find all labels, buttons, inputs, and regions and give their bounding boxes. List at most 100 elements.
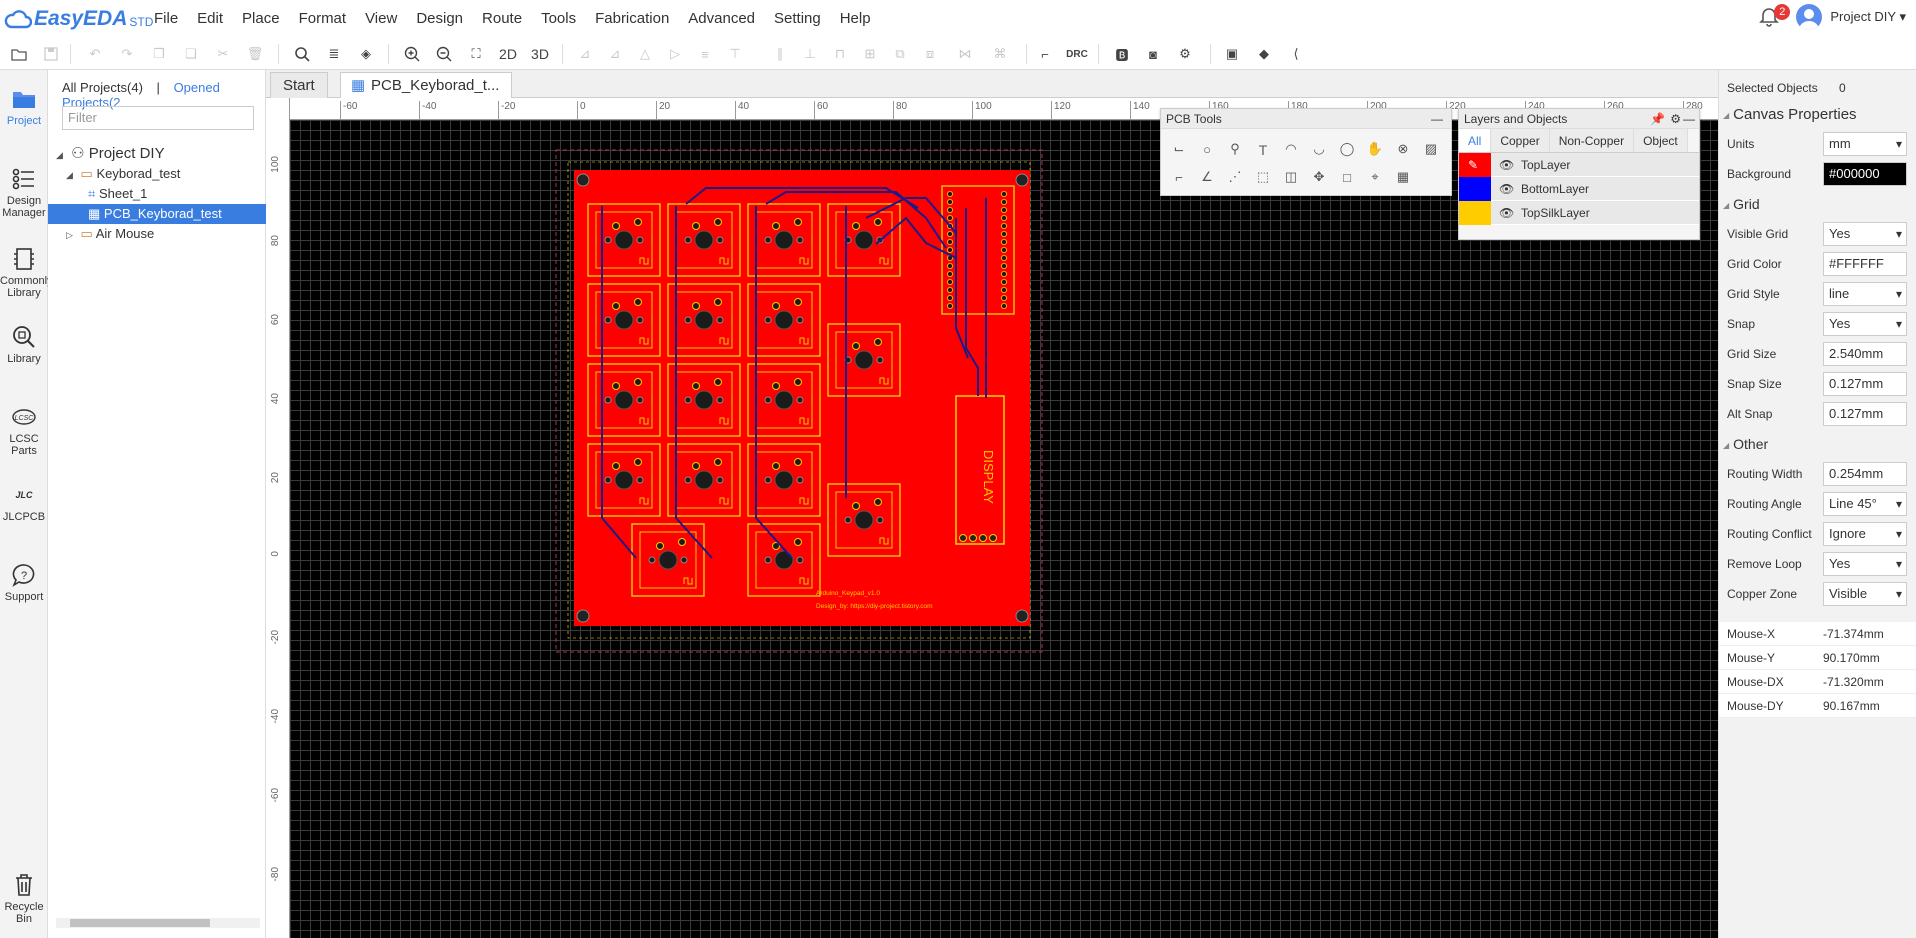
eye-icon[interactable]: 👁 (1499, 153, 1514, 177)
header-pin[interactable] (1001, 191, 1008, 198)
paste-icon[interactable]: ❏ (181, 44, 201, 64)
header-pin[interactable] (1001, 294, 1008, 301)
photo-icon[interactable]: ▦ (1393, 167, 1413, 187)
menu-design[interactable]: Design (416, 10, 463, 27)
pin-icon[interactable]: 📌 (1650, 109, 1665, 129)
header-pin[interactable] (947, 215, 954, 222)
drc-button[interactable]: DRC (1064, 44, 1090, 64)
pan-icon[interactable]: ✋ (1365, 139, 1385, 159)
layer-color-swatch[interactable] (1459, 177, 1491, 201)
header-pin[interactable] (947, 230, 954, 237)
header-pin[interactable] (1001, 223, 1008, 230)
solid-region-icon[interactable]: ⬚ (1253, 167, 1273, 187)
align-middle-icon[interactable]: ⊤ (725, 44, 745, 64)
via-icon[interactable]: ⚲ (1225, 139, 1245, 159)
header-pin[interactable] (947, 199, 954, 206)
save-icon[interactable] (41, 44, 61, 64)
grid-color-input[interactable]: #FFFFFF (1823, 252, 1907, 276)
cross-icon[interactable]: ⌘ (990, 44, 1010, 64)
header-pin[interactable] (947, 207, 954, 214)
header-pin[interactable] (947, 238, 954, 245)
rail-design-manager[interactable]: Design Manager (0, 166, 48, 219)
component-icon[interactable]: ⚙ (1175, 44, 1195, 64)
header-pin[interactable] (1001, 270, 1008, 277)
rail-recycle-bin[interactable]: Recycle Bin (0, 872, 48, 925)
align-center-icon[interactable]: ≡ (695, 44, 715, 64)
routing-angle-select[interactable]: Line 45° (1823, 492, 1907, 516)
group-icon[interactable]: ⧉ (890, 44, 910, 64)
spread-icon[interactable]: ⋈ (955, 44, 975, 64)
background-color-input[interactable]: #000000 (1823, 162, 1907, 186)
export-image-icon[interactable]: ▣ (1222, 44, 1242, 64)
redo-icon[interactable]: ↷ (117, 44, 137, 64)
bom-icon[interactable]: 🅱 (1112, 44, 1132, 64)
header-pin[interactable] (1001, 278, 1008, 285)
snap-size-input[interactable]: 0.127mm (1823, 372, 1907, 396)
arc2-icon[interactable]: ◡ (1309, 139, 1329, 159)
grid-style-select[interactable]: line (1823, 282, 1907, 306)
tree-item-air-mouse[interactable]: ▷ ▭ Air Mouse (48, 224, 266, 244)
tab-copper[interactable]: Copper (1491, 129, 1550, 152)
header-pin[interactable] (1001, 207, 1008, 214)
other-heading[interactable]: Other (1723, 436, 1768, 452)
eye-icon[interactable]: 👁 (1499, 177, 1514, 201)
tree-project[interactable]: ◢ ⚇ Project DIY (48, 144, 266, 164)
rectangle-icon[interactable]: □ (1337, 167, 1357, 187)
notification-bell-icon[interactable]: 2 (1758, 4, 1791, 28)
hole-icon[interactable]: ⊗ (1393, 139, 1413, 159)
measure-icon[interactable]: ✥ (1309, 167, 1329, 187)
menu-fabrication[interactable]: Fabrication (595, 10, 669, 27)
copper-area-icon[interactable]: ◫ (1281, 167, 1301, 187)
layer-color-swatch[interactable] (1459, 201, 1491, 225)
routing-width-input[interactable]: 0.254mm (1823, 462, 1907, 486)
menu-view[interactable]: View (365, 10, 397, 27)
grid-size-input[interactable]: 2.540mm (1823, 342, 1907, 366)
distribute-v-icon[interactable]: ⊥ (800, 44, 820, 64)
menu-format[interactable]: Format (299, 10, 347, 27)
minimize-icon[interactable]: — (1683, 109, 1695, 129)
header-pin[interactable] (947, 262, 954, 269)
menu-setting[interactable]: Setting (774, 10, 821, 27)
undo-icon[interactable]: ↶ (85, 44, 105, 64)
header-pin[interactable] (947, 286, 954, 293)
eye-icon[interactable]: 👁 (1499, 201, 1514, 225)
tab-object[interactable]: Object (1634, 129, 1688, 152)
header-pin[interactable] (947, 246, 954, 253)
align-left-icon[interactable]: ⊿ (575, 44, 595, 64)
text-icon[interactable]: Ｔ (1253, 139, 1273, 159)
tab-start[interactable]: Start (270, 72, 328, 98)
easyeda-logo[interactable]: EasyEDA STD (4, 6, 153, 32)
header-pin[interactable] (1001, 302, 1008, 309)
minimize-icon[interactable]: — (1431, 109, 1443, 129)
gear-icon[interactable]: ⚙ (1670, 109, 1681, 129)
rail-project[interactable]: Project (0, 86, 48, 127)
eraser-icon[interactable]: ◈ (356, 44, 376, 64)
header-pin[interactable] (1001, 215, 1008, 222)
routing-conflict-select[interactable]: Ignore (1823, 522, 1907, 546)
distribute-h-icon[interactable]: ⊓ (830, 44, 850, 64)
zoom-out-icon[interactable] (434, 44, 454, 64)
tab-non-copper[interactable]: Non-Copper (1549, 129, 1635, 152)
tab-all[interactable]: All (1459, 129, 1492, 152)
header-pin[interactable] (947, 294, 954, 301)
scroll-thumb[interactable] (70, 919, 210, 927)
menu-edit[interactable]: Edit (197, 10, 223, 27)
menu-place[interactable]: Place (242, 10, 280, 27)
align-bottom-icon[interactable]: ▷ (665, 44, 685, 64)
align-grid-icon[interactable]: ⊞ (860, 44, 880, 64)
header-pin[interactable] (1001, 254, 1008, 261)
view-2d-button[interactable]: 2D (496, 44, 520, 64)
route-icon[interactable]: ⌐ (1035, 44, 1055, 64)
layer-color-swatch[interactable]: ✎ (1459, 153, 1491, 177)
menu-help[interactable]: Help (840, 10, 871, 27)
canvas-properties-heading[interactable]: Canvas Properties (1723, 106, 1856, 123)
grid-heading[interactable]: Grid (1723, 196, 1759, 212)
units-select[interactable]: mm (1823, 132, 1907, 156)
fit-view-icon[interactable]: ⛶ (466, 44, 486, 64)
share-icon[interactable]: ⟨ (1286, 44, 1306, 64)
visible-grid-select[interactable]: Yes (1823, 222, 1907, 246)
pcb-canvas[interactable]: -60 -40 -20 0 20 40 60 80 100 120 140 160 180 200 220 2… (266, 98, 1718, 938)
menu-route[interactable]: Route (482, 10, 522, 27)
tab-pcb[interactable]: ▦ PCB_Keyborad_t... (340, 72, 513, 98)
header-pin[interactable] (1001, 199, 1008, 206)
